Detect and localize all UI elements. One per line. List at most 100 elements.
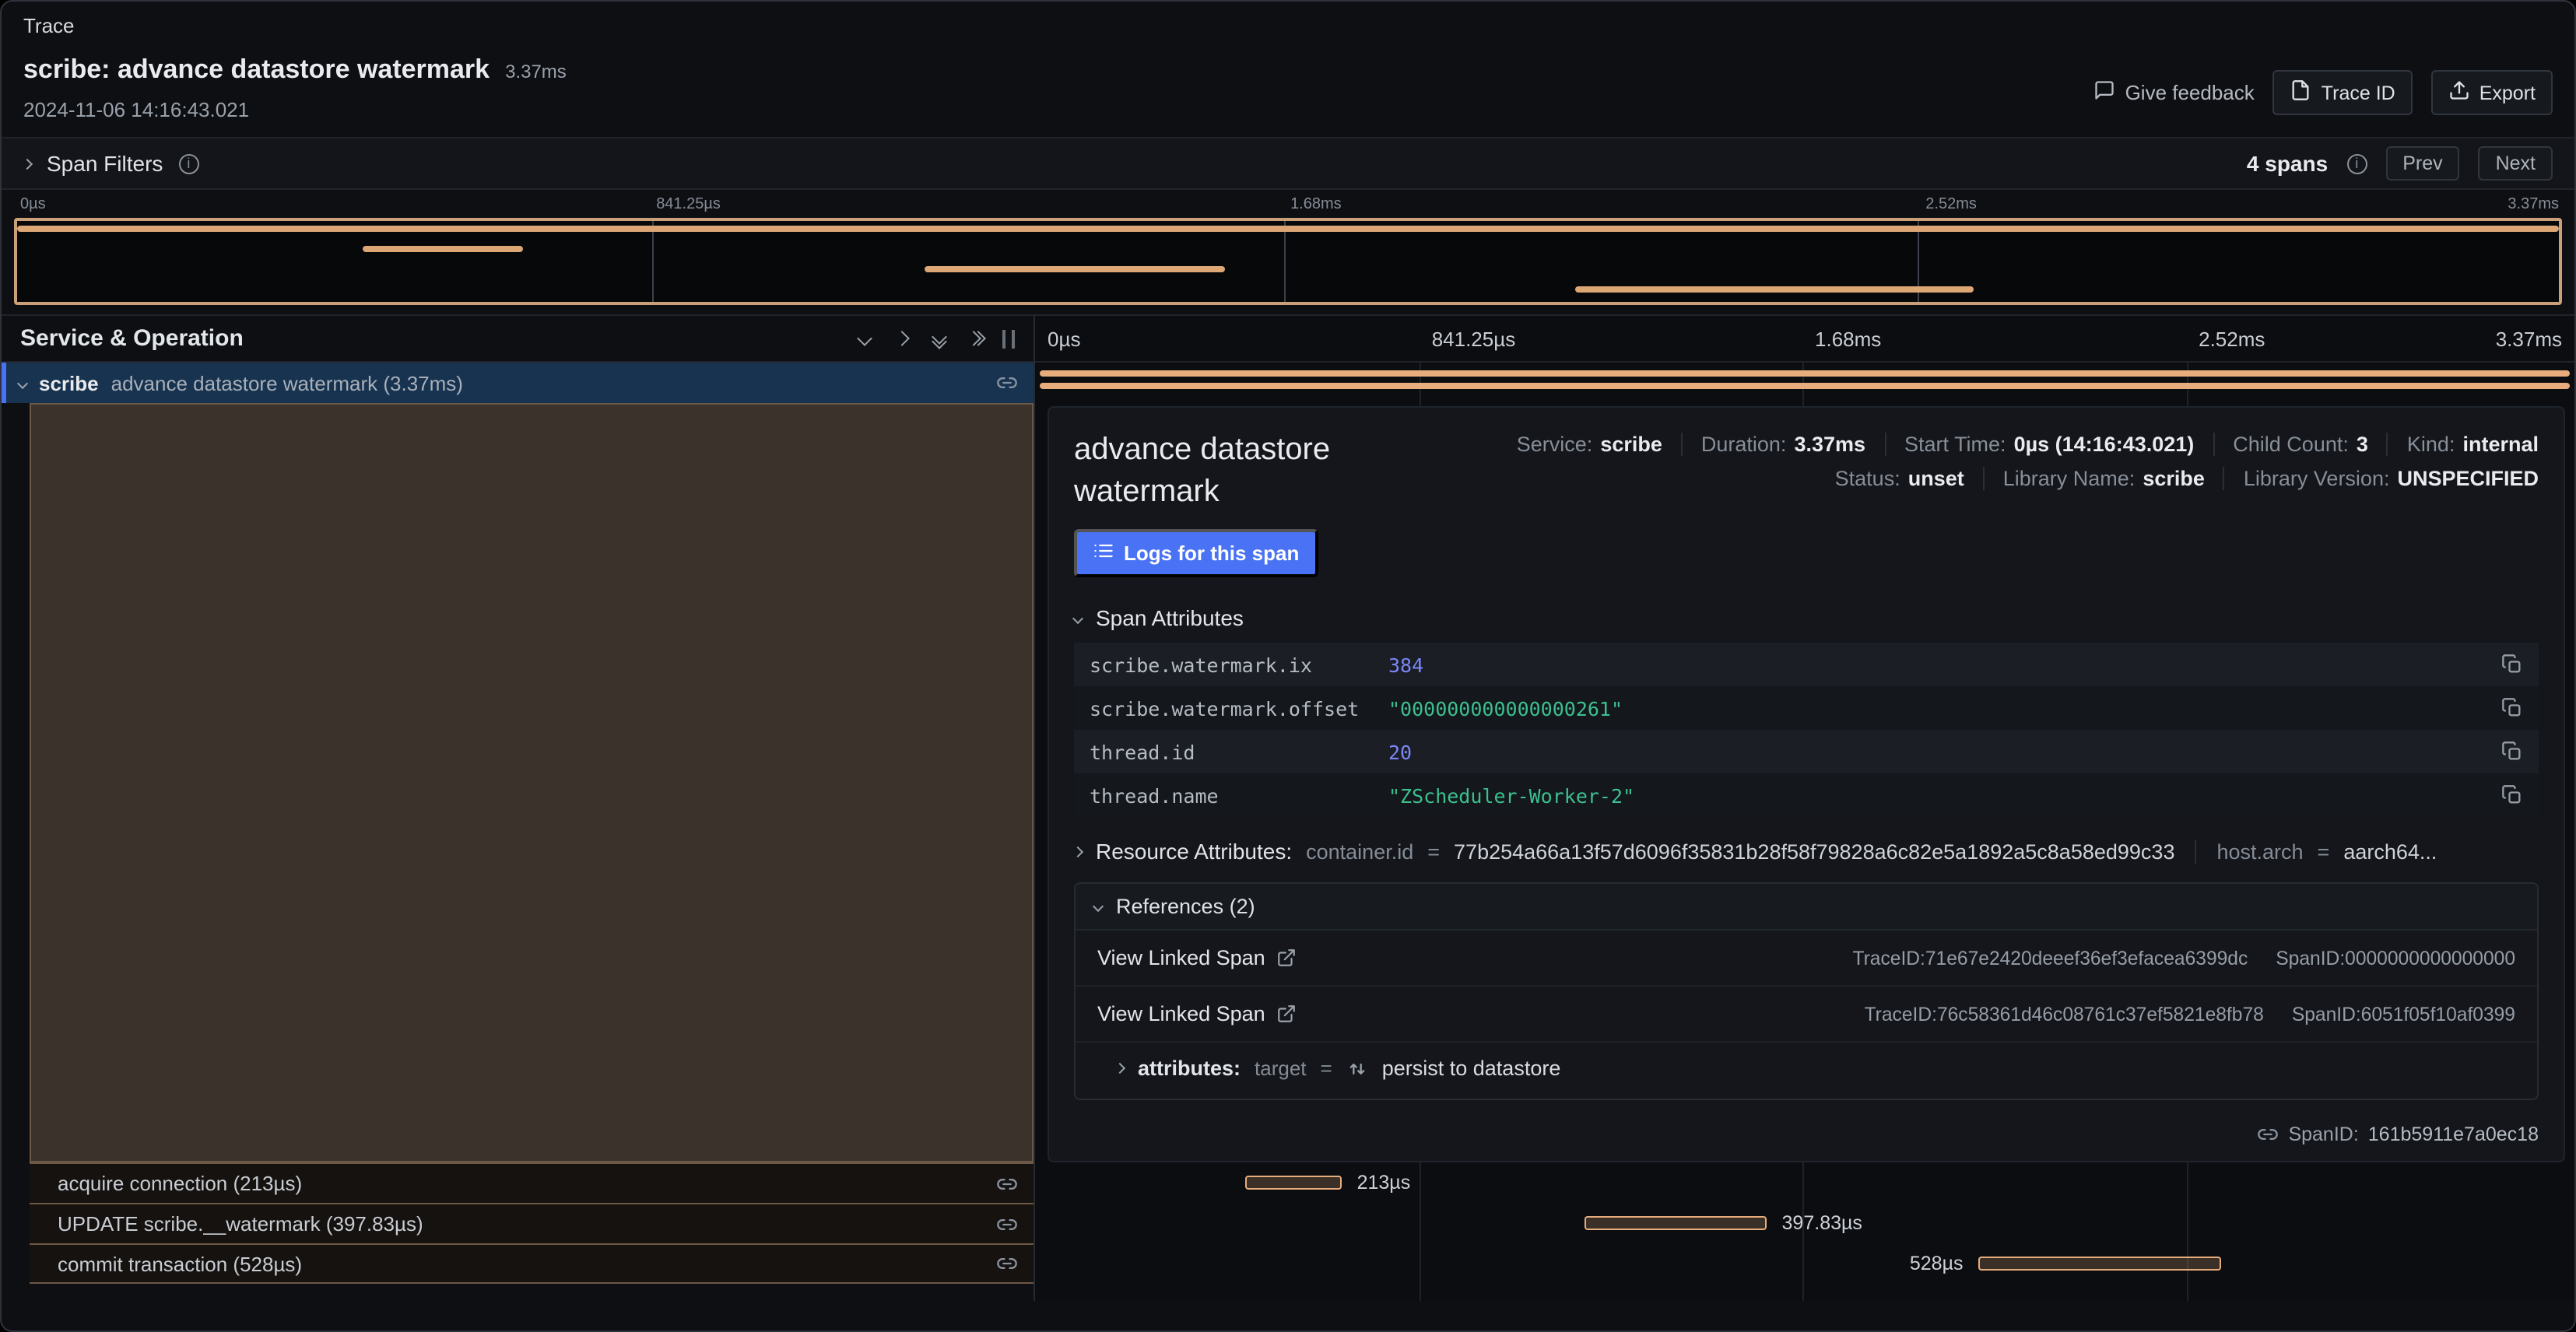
tick-label: 3.37ms [2508,196,2562,213]
span-row-child[interactable]: commit transaction (528µs) [30,1243,1034,1284]
chevron-right-icon [22,158,33,169]
attribute-key: thread.name [1090,783,1388,807]
span-filters-label: Span Filters [47,151,163,176]
prev-button[interactable]: Prev [2385,146,2459,181]
link-icon[interactable] [996,372,1018,394]
attributes-label: attributes: [1138,1057,1241,1080]
trace-header: scribe: advance datastore watermark 3.37… [2,48,2574,137]
view-linked-span-button[interactable]: View Linked Span [1097,1002,1297,1025]
link-icon[interactable] [996,1173,1018,1194]
link-icon[interactable] [996,1213,1018,1235]
collapse-all-icon[interactable] [934,334,945,343]
minimap-ticks: 0µs 841.25µs 1.68ms 2.52ms 3.37ms [14,196,2562,218]
export-label: Export [2479,82,2536,103]
info-icon[interactable] [178,153,198,174]
waterfall-row-child: 528µs [1035,1243,2574,1284]
attribute-value: "000000000000000261" [1388,696,2501,720]
give-feedback-button[interactable]: Give feedback [2094,79,2255,106]
give-feedback-label: Give feedback [2125,81,2255,104]
span-tree-panel: Service & Operation scribe advance datas… [2,316,1035,1301]
tick-label: 841.25µs [650,196,721,213]
attribute-key: thread.id [1090,740,1388,763]
attribute-value: "ZScheduler-Worker-2" [1388,783,2501,807]
chevron-right-icon [1074,846,1083,857]
span-count: 4 spans [2247,151,2328,176]
span-filters-bar: Span Filters 4 spans Prev Next [2,137,2574,190]
span-attributes-title: Span Attributes [1096,605,1244,630]
trace-id-value: TraceID:71e67e2420deeef36ef3efacea6399dc [1853,947,2248,969]
span-bar[interactable] [1244,1176,1342,1190]
meta-value: unset [1908,467,1964,490]
external-link-icon [1276,948,1297,968]
info-icon[interactable] [2346,153,2367,174]
copy-icon[interactable] [2501,654,2523,675]
meta-label: Start Time: [1904,433,2006,456]
copy-icon[interactable] [2501,697,2523,719]
logs-for-span-button[interactable]: Logs for this span [1074,529,1318,577]
trace-duration: 3.37ms [505,61,567,82]
span-duration-label: 528µs [1910,1253,1964,1274]
attribute-row: scribe.watermark.offset "000000000000000… [1074,686,2539,730]
breadcrumb: Trace [2,2,2574,48]
trace-id-button[interactable]: Trace ID [2273,70,2413,115]
span-filters-toggle[interactable]: Span Filters [23,151,198,176]
references-section: References (2) View Linked Span TraceID:… [1074,882,2539,1100]
attribute-value: 20 [1388,740,2501,763]
tick-label: 0µs [14,196,46,213]
view-linked-span-button[interactable]: View Linked Span [1097,946,1297,969]
span-duration-label: 213µs [1357,1172,1411,1194]
minimap-span-bar [363,246,523,252]
span-attributes-toggle[interactable]: Span Attributes [1074,605,2539,630]
expand-all-icon[interactable] [971,333,981,344]
collapse-icon[interactable] [857,331,872,346]
export-button[interactable]: Export [2431,70,2553,115]
trace-minimap: 0µs 841.25µs 1.68ms 2.52ms 3.37ms [2,190,2574,314]
references-toggle[interactable]: References (2) [1076,884,2537,931]
tick-label: 1.68ms [1802,327,1881,350]
waterfall-row-child: 213µs [1035,1162,2574,1203]
span-details-title: advance datastore watermark [1074,429,1413,514]
references-title: References (2) [1116,895,1255,918]
tick-label: 2.52ms [2186,327,2265,350]
swap-arrows-icon [1346,1057,1368,1079]
panel-resize-handle[interactable] [1002,329,1015,348]
chevron-down-icon [1093,901,1104,912]
meta-label: Duration: [1701,433,1787,456]
span-attributes-table: scribe.watermark.ix 384 scribe.watermark… [1074,643,2539,817]
span-id-footer: SpanID: 161b5911e7a0ec18 [2257,1114,2539,1145]
meta-value: UNSPECIFIED [2397,467,2539,490]
equals-sign: = [2318,840,2330,863]
reference-row: View Linked Span TraceID:71e67e2420deeef… [1076,931,2537,987]
span-row-child[interactable]: UPDATE scribe.__watermark (397.83µs) [30,1203,1034,1243]
link-icon[interactable] [996,1253,1018,1274]
span-row-child[interactable]: acquire connection (213µs) [30,1162,1034,1203]
span-service: scribe [39,371,99,394]
next-button[interactable]: Next [2479,146,2553,181]
span-bar-root[interactable] [1040,370,2570,377]
meta-label: Service: [1517,433,1593,456]
minimap-span-bar [925,266,1224,272]
span-bar[interactable] [1979,1257,2221,1271]
span-row-root[interactable]: scribe advance datastore watermark (3.37… [2,363,1034,403]
span-bar[interactable] [1585,1216,1766,1230]
copy-icon[interactable] [2501,784,2523,806]
trace-timestamp: 2024-11-06 14:16:43.021 [23,98,567,121]
expand-icon[interactable] [894,331,910,346]
equals-sign: = [1427,840,1440,863]
meta-label: Library Version: [2244,467,2390,490]
span-label: UPDATE scribe.__watermark (397.83µs) [58,1212,984,1236]
span-id-value: 161b5911e7a0ec18 [2368,1123,2539,1145]
panel-title: Service & Operation [20,325,859,352]
span-duration-label: 397.83µs [1782,1212,1862,1234]
resource-attributes-toggle[interactable]: Resource Attributes: container.id = 77b2… [1074,839,2539,864]
chevron-down-icon[interactable] [17,377,28,388]
chevron-down-icon [1072,612,1083,623]
minimap-brush[interactable] [14,218,2562,305]
tick-label: 2.52ms [1919,196,1977,213]
span-bar-root-children[interactable] [1040,383,2570,389]
meta-value: internal [2462,433,2539,456]
copy-icon[interactable] [2501,741,2523,762]
waterfall-ticks: 0µs 841.25µs 1.68ms 2.52ms 3.37ms [1035,316,2574,363]
external-link-icon [1276,1004,1297,1024]
reference-attributes-toggle[interactable]: attributes: target = persist to datastor… [1076,1043,2537,1099]
